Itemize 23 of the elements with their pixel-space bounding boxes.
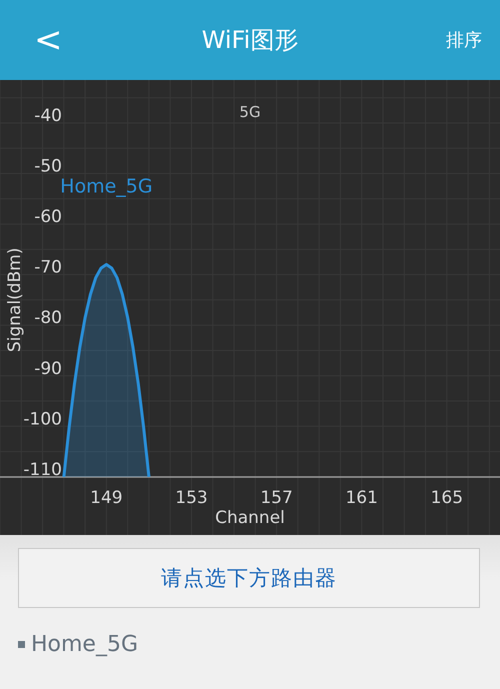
y-tick-label: -50 [34, 156, 62, 177]
select-router-button[interactable]: 请点选下方路由器 [18, 548, 480, 608]
y-tick-label: -60 [34, 207, 62, 228]
router-item[interactable]: Home_5G [31, 632, 138, 657]
x-tick-label: 161 [345, 488, 378, 508]
y-tick-label: -80 [34, 308, 62, 328]
x-axis-label: Channel [215, 508, 285, 528]
bullet-icon [18, 641, 25, 648]
back-button[interactable]: < [28, 20, 68, 60]
x-tick-label: 153 [175, 488, 208, 508]
screen-title: WiFi图形 [202, 25, 298, 56]
sort-button[interactable]: 排序 [446, 28, 482, 52]
y-tick-label: -40 [34, 106, 62, 126]
x-tick-label: 165 [430, 488, 464, 508]
x-tick-label: 149 [90, 488, 123, 508]
y-tick-label: -110 [23, 460, 62, 480]
network-label: Home_5G [60, 176, 153, 198]
y-tick-label: -70 [34, 258, 62, 278]
x-tick-label: 157 [260, 488, 293, 508]
y-axis-label: Signal(dBm) [5, 248, 25, 352]
y-tick-label: -90 [34, 358, 62, 379]
chart-title: 5G [239, 103, 261, 121]
y-tick-label: -100 [23, 409, 62, 430]
